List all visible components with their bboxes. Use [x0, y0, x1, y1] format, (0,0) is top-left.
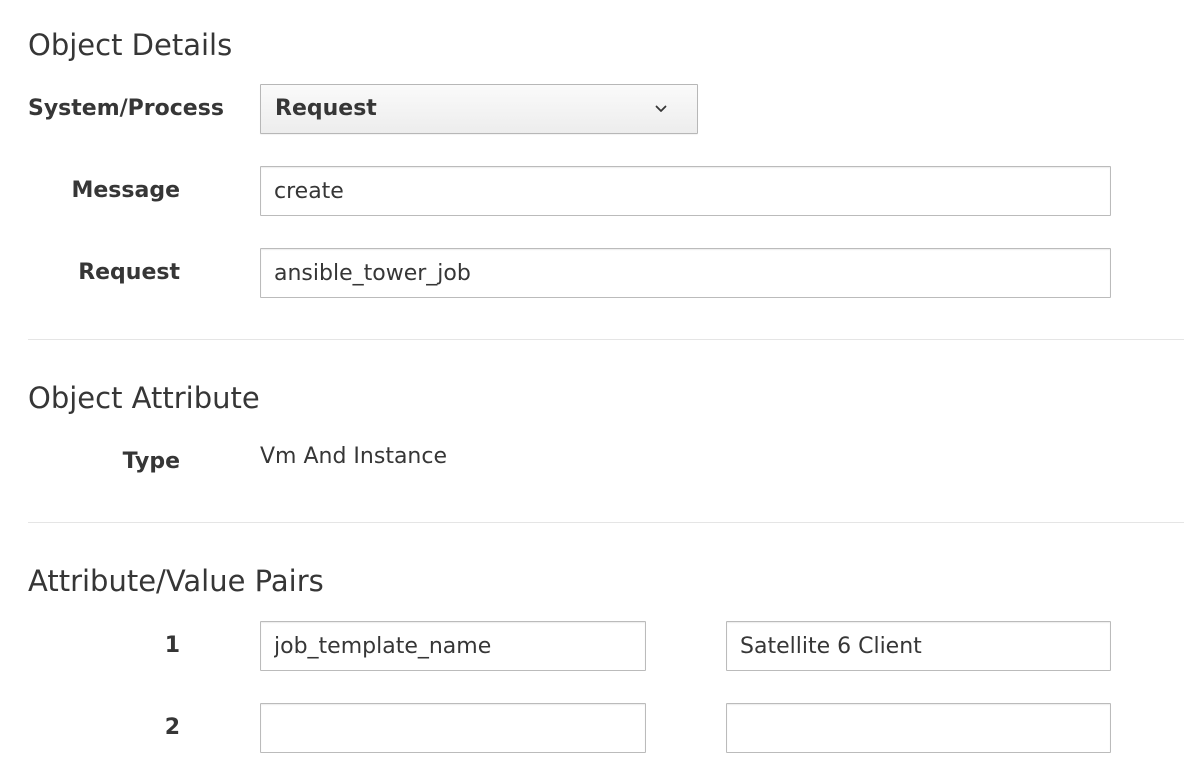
- object-details-title: Object Details: [28, 28, 233, 62]
- pair-1-value-input[interactable]: [726, 621, 1111, 671]
- system-process-label: System/Process: [28, 96, 224, 121]
- object-form: Object Details System/Process Request Me…: [0, 0, 1184, 776]
- system-process-selected-value: Request: [275, 96, 377, 121]
- type-value: Vm And Instance: [260, 444, 447, 469]
- pair-2-attribute-input[interactable]: [260, 703, 646, 753]
- message-label: Message: [71, 178, 180, 203]
- pair-2-value-input[interactable]: [726, 703, 1111, 753]
- section-divider: [28, 339, 1184, 340]
- pair-1-attribute-input[interactable]: [260, 621, 646, 671]
- section-divider: [28, 522, 1184, 523]
- request-label: Request: [78, 260, 180, 285]
- pair-index-label: 2: [164, 715, 180, 740]
- request-input[interactable]: [260, 248, 1111, 298]
- object-attribute-title: Object Attribute: [28, 381, 260, 415]
- chevron-down-icon: [655, 105, 667, 112]
- message-input[interactable]: [260, 166, 1111, 216]
- pair-index-label: 1: [164, 633, 180, 658]
- system-process-select[interactable]: Request: [260, 84, 698, 134]
- type-label: Type: [122, 449, 180, 474]
- attribute-value-pairs-title: Attribute/Value Pairs: [28, 564, 324, 598]
